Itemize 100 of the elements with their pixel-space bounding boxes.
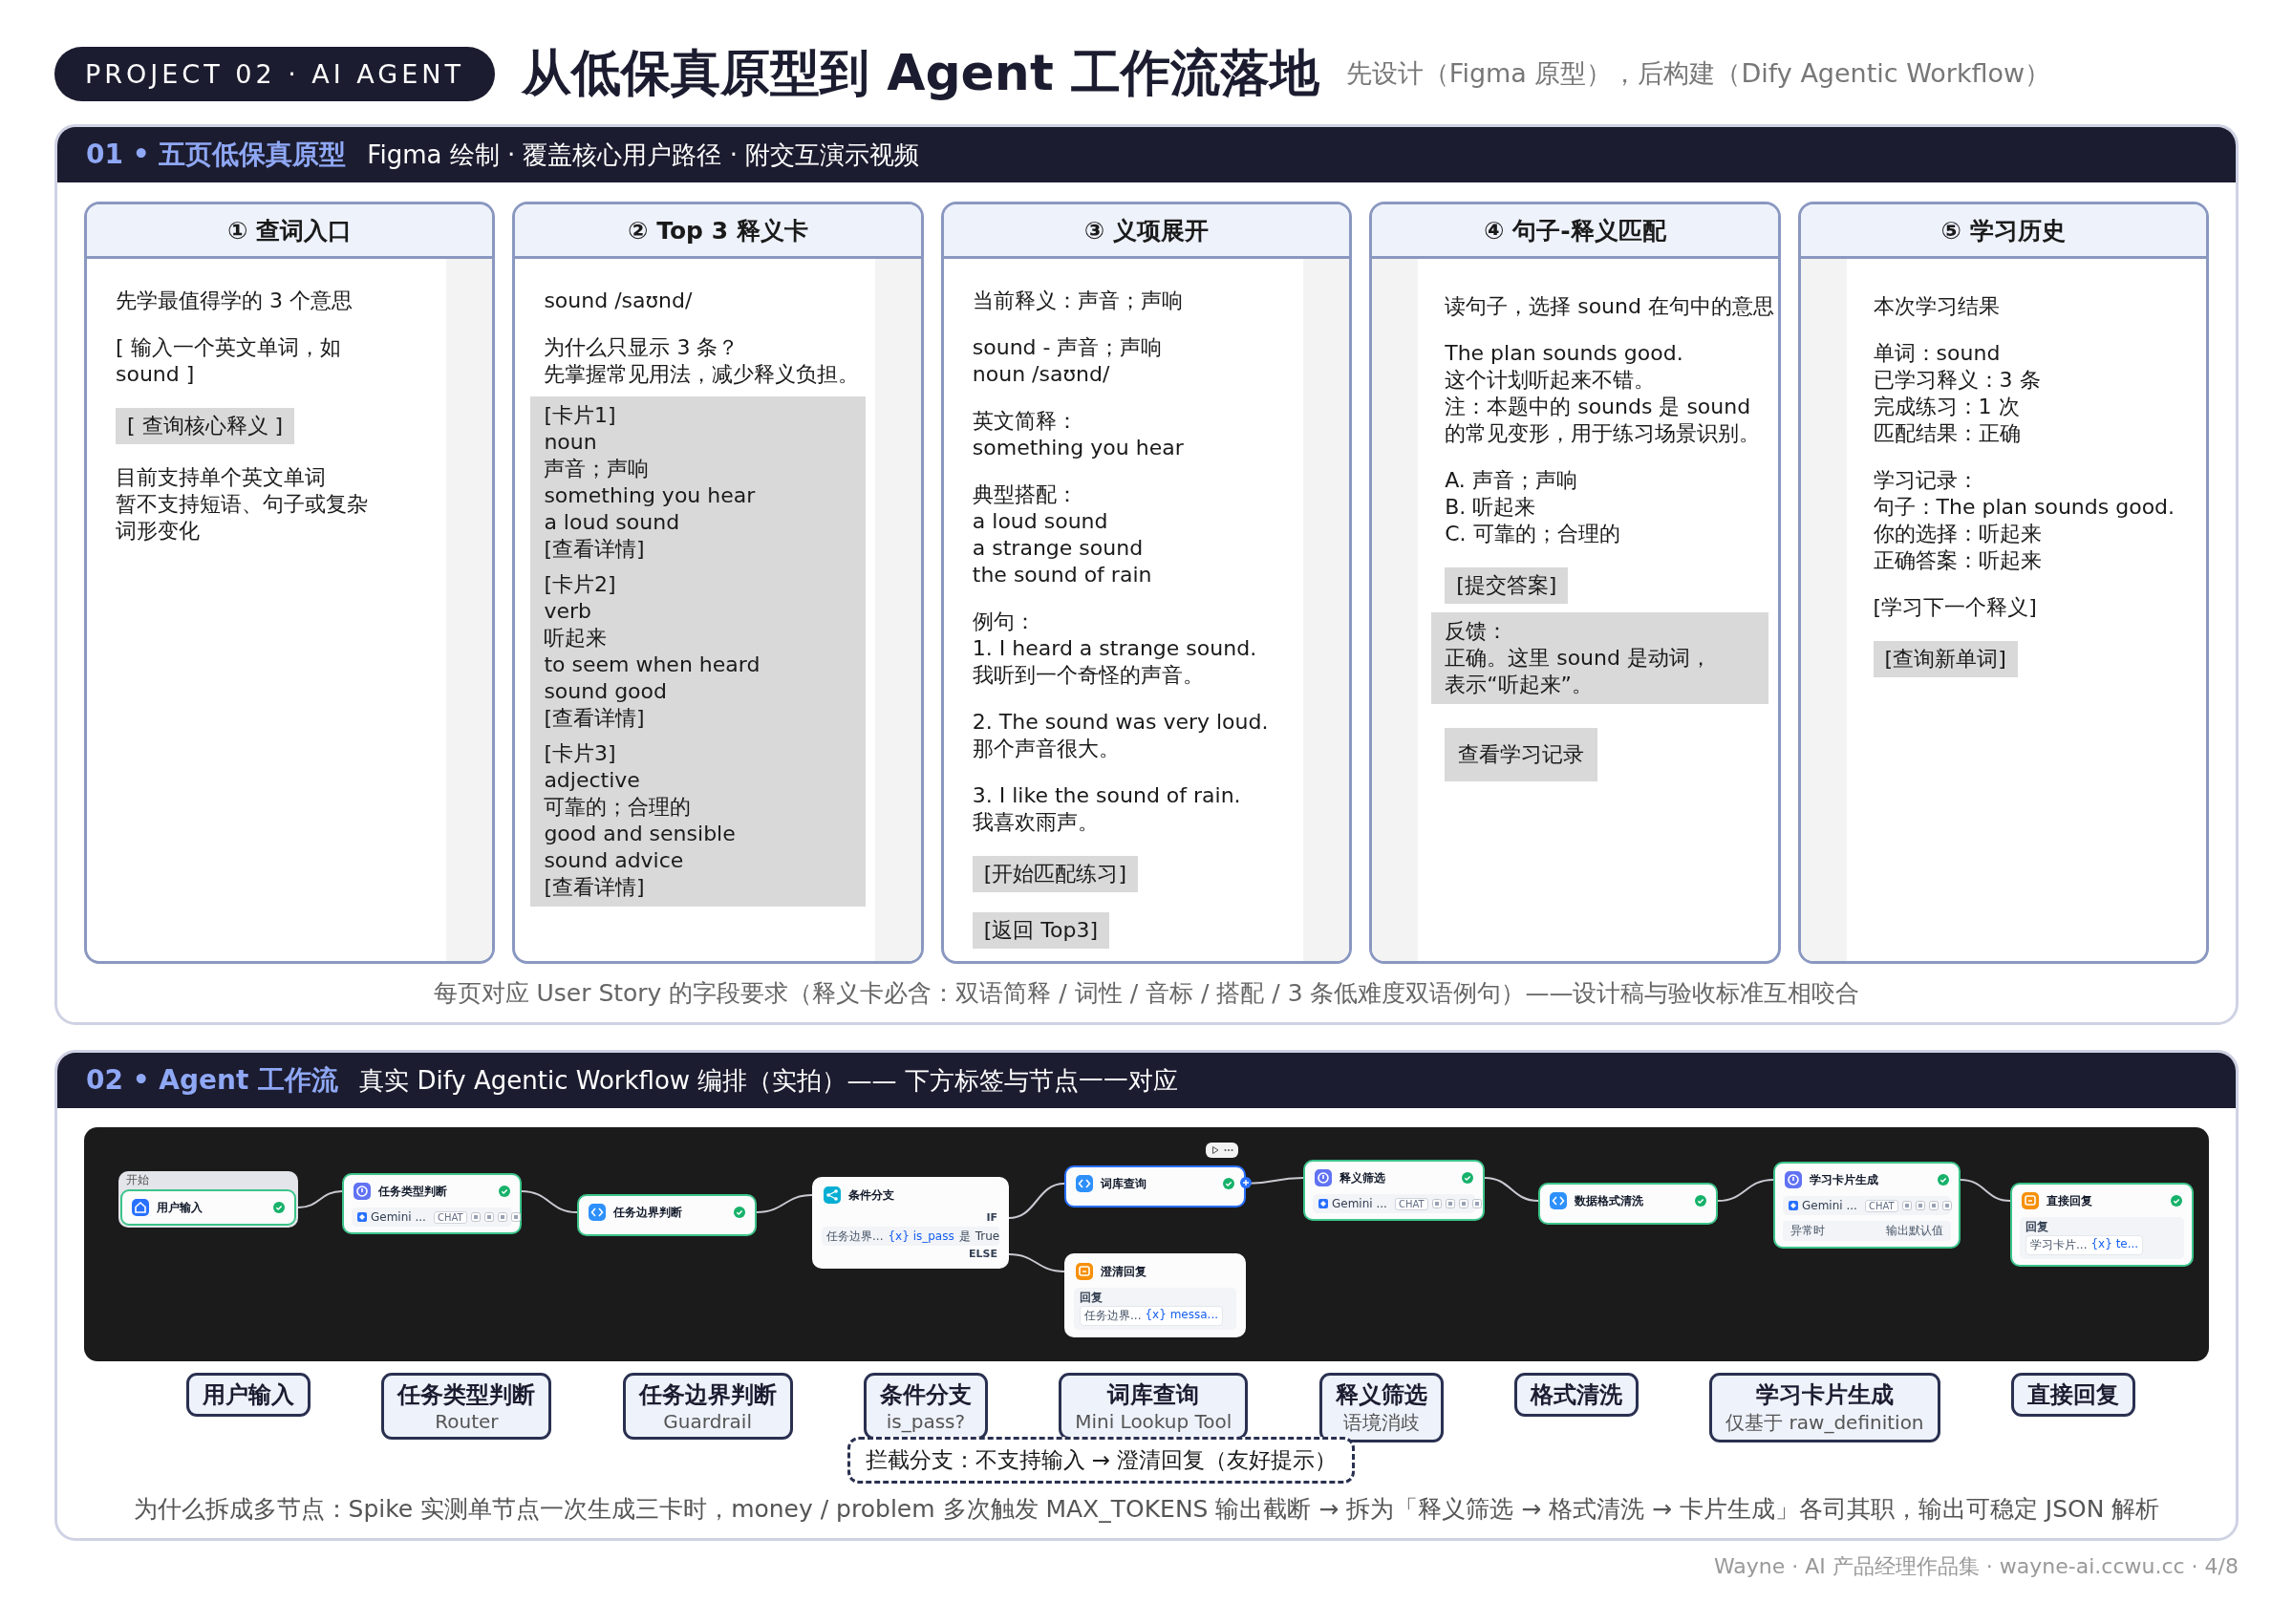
fallback-value: 输出默认值 bbox=[1886, 1223, 1943, 1239]
screen-text: 当前释义：声音；声响 bbox=[972, 288, 1183, 314]
connector-line bbox=[1717, 1179, 1774, 1202]
screen-text: 那个声音很大。 bbox=[972, 736, 1120, 762]
card-text: [卡片2] bbox=[544, 571, 616, 598]
section-subtitle: 真实 Dify Agentic Workflow 编排（实拍）—— 下方标签与节点一一对应 bbox=[359, 1064, 1178, 1097]
node-title: 用户输入 bbox=[157, 1199, 204, 1216]
mode-tag: CHAT bbox=[1864, 1199, 1898, 1212]
caption-text: 每页对应 User Story 的字段要求（释义卡必含：双语简释 / 词性 / 音标 / 搭配 / 3 条低难度双语例句）——设计稿与验收标准互相咬合 bbox=[432, 978, 1861, 1009]
workflow-node[interactable]: 直接回复 回复 学习卡片... {x} te... bbox=[2010, 1183, 2194, 1267]
screen-text: a loud sound bbox=[972, 508, 1108, 535]
screen-button[interactable]: [开始匹配练习] bbox=[972, 856, 1138, 892]
card-text: [查看详情] bbox=[544, 536, 645, 563]
feature-icon bbox=[1471, 1199, 1482, 1208]
screen-text: 匹配结果：正确 bbox=[1873, 420, 2021, 447]
workflow-node[interactable]: 数据格式清洗 bbox=[1538, 1183, 1718, 1225]
feature-icon bbox=[1901, 1201, 1912, 1210]
model-icon bbox=[1315, 1169, 1332, 1186]
screen-text: B. 听起来 bbox=[1445, 494, 1536, 521]
reply-icon bbox=[2022, 1192, 2039, 1209]
page-subtitle: 先设计（Figma 原型），后构建（Dify Agentic Workflow） bbox=[1345, 57, 2051, 90]
model-logo-icon bbox=[357, 1212, 367, 1222]
condition-value: True bbox=[975, 1229, 1000, 1243]
condition-variable: {x} is_pass bbox=[888, 1229, 954, 1243]
screen-button[interactable]: [提交答案] bbox=[1445, 567, 1569, 604]
card-text: noun bbox=[544, 429, 597, 456]
page-title: 从低保真原型到 Agent 工作流落地 bbox=[522, 43, 1319, 103]
card-text: good and sensible bbox=[544, 821, 736, 847]
screen-text: The plan sounds good. bbox=[1445, 340, 1683, 367]
screen-text: 本次学习结果 bbox=[1873, 293, 2000, 320]
card-text: a loud sound bbox=[544, 509, 680, 536]
reply-icon bbox=[1076, 1263, 1093, 1280]
tag-subtitle: 仅基于 raw_definition bbox=[1725, 1410, 1924, 1436]
code-icon bbox=[1076, 1175, 1093, 1192]
screen-title: ② Top 3 释义卡 bbox=[515, 204, 921, 259]
screen-text: 1. I heard a strange sound. bbox=[972, 635, 1257, 662]
workflow-node[interactable]: 任务边界判断 bbox=[577, 1194, 757, 1236]
reply-label: 回复 bbox=[2025, 1219, 2049, 1235]
card-text: 声音；声响 bbox=[544, 456, 650, 482]
tag-subtitle: 语境消歧 bbox=[1341, 1410, 1421, 1436]
tag-title: 词库查询 bbox=[1105, 1380, 1201, 1410]
node-group-label: 开始 bbox=[125, 1172, 150, 1188]
screen-text: 英文简释： bbox=[972, 408, 1078, 435]
screen-button[interactable]: 查看学习记录 bbox=[1445, 728, 1598, 781]
connector-line bbox=[1008, 1183, 1065, 1219]
add-icon bbox=[1240, 1177, 1252, 1188]
if-label: IF bbox=[985, 1211, 998, 1225]
screen-text: [ 输入一个英文单词，如 bbox=[116, 334, 341, 361]
screen-button[interactable]: [返回 Top3] bbox=[972, 912, 1110, 949]
feature-icon bbox=[1431, 1199, 1442, 1208]
screen-text: A. 声音；声响 bbox=[1445, 467, 1577, 494]
else-label: ELSE bbox=[968, 1248, 998, 1261]
workflow-node[interactable]: 词库查询 bbox=[1064, 1165, 1246, 1207]
tag-title: 用户输入 bbox=[203, 1380, 295, 1410]
screen-text: noun /saʊnd/ bbox=[972, 361, 1110, 388]
screen-title: ⑤ 学习历史 bbox=[1800, 204, 2206, 259]
screen-text: sound - 声音；声响 bbox=[972, 334, 1163, 361]
screen-text: 的常见变形，用于练习场景识别。 bbox=[1445, 420, 1761, 447]
model-name: Gemini ... bbox=[1332, 1197, 1387, 1210]
card-text: verb bbox=[544, 598, 591, 625]
variable-source: 学习卡片... bbox=[2030, 1237, 2088, 1253]
model-name: Gemini ... bbox=[371, 1210, 426, 1224]
card-text: sound good bbox=[544, 678, 667, 705]
node-toolbar[interactable] bbox=[1206, 1143, 1238, 1158]
screen-button[interactable]: [ 查询核心释义 ] bbox=[116, 408, 295, 444]
card-text: [卡片3] bbox=[544, 740, 616, 767]
workflow-node[interactable]: 任务类型判断 Gemini ... CHAT bbox=[342, 1173, 522, 1234]
tag-subtitle: Mini Lookup Tool bbox=[1075, 1410, 1232, 1433]
card-text: to seem when heard bbox=[544, 652, 761, 678]
home-icon bbox=[132, 1199, 149, 1216]
screen-text: 学习记录： bbox=[1873, 467, 1979, 494]
project-badge: PROJECT 02 · AI AGENT bbox=[54, 46, 496, 101]
variable-source: 任务边界... bbox=[1084, 1308, 1142, 1324]
screen-text: 暂不支持短语、句子或复杂 bbox=[116, 491, 368, 518]
card-text: 可靠的；合理的 bbox=[544, 794, 692, 821]
feature-icon bbox=[470, 1212, 481, 1222]
card-text: 正确。这里 sound 是动词， bbox=[1445, 645, 1711, 672]
branch-note: 拦截分支：不支持输入 → 澄清回复（友好提示） bbox=[846, 1437, 1356, 1484]
screen-button[interactable]: [查询新单词] bbox=[1873, 641, 2018, 677]
card-text: adjective bbox=[544, 767, 640, 794]
screen-text: 2. The sound was very loud. bbox=[972, 709, 1269, 736]
workflow-node[interactable]: 条件分支 IF 任务边界... {x} is_pass 是 True ELSE bbox=[812, 1177, 1009, 1269]
workflow-node[interactable]: 开始 用户输入 bbox=[118, 1171, 298, 1228]
connector-line bbox=[756, 1194, 813, 1213]
mode-tag: CHAT bbox=[1394, 1197, 1428, 1210]
workflow-node[interactable]: 释义筛选 Gemini ... CHAT bbox=[1303, 1160, 1485, 1221]
node-title: 澄清回复 bbox=[1101, 1263, 1147, 1280]
tag-title: 直接回复 bbox=[2026, 1380, 2119, 1410]
footer-text: Wayne · AI 产品经理作品集 · wayne-ai.ccwu.cc · 4/8 bbox=[1713, 1553, 2239, 1580]
screen-text: 我听到一个奇怪的声音。 bbox=[972, 662, 1204, 689]
screen-text: 注：本题中的 sounds 是 sound bbox=[1445, 394, 1751, 420]
card-text: [卡片1] bbox=[544, 402, 616, 429]
card-text: [查看详情] bbox=[544, 705, 645, 732]
workflow-node[interactable]: 学习卡片生成 Gemini ... CHAT 异常时 输出默认值 bbox=[1773, 1162, 1961, 1249]
screen-text: 已学习释义：3 条 bbox=[1873, 367, 2041, 394]
screen-text: something you hear bbox=[972, 435, 1184, 461]
screen-text: a strange sound bbox=[972, 535, 1144, 562]
screen-text: 你的选择：听起来 bbox=[1873, 521, 2042, 547]
tag-subtitle: is_pass? bbox=[885, 1410, 967, 1433]
workflow-node[interactable]: 澄清回复 回复 任务边界... {x} messa... bbox=[1064, 1253, 1246, 1337]
